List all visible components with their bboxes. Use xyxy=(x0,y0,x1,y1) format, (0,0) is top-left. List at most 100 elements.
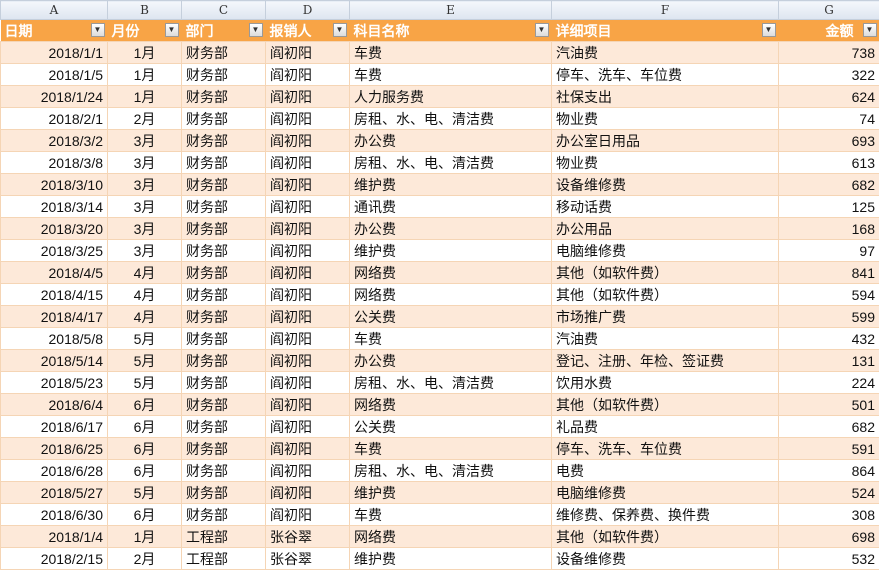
cell-detail[interactable]: 其他（如软件费） xyxy=(551,525,779,548)
cell-detail[interactable]: 其他（如软件费） xyxy=(551,261,779,284)
cell-detail[interactable]: 电脑维修费 xyxy=(551,481,779,504)
cell-month[interactable]: 5月 xyxy=(107,371,182,394)
cell-detail[interactable]: 停车、洗车、车位费 xyxy=(551,63,779,86)
cell-detail[interactable]: 物业费 xyxy=(551,151,779,174)
cell-month[interactable]: 5月 xyxy=(107,349,182,372)
cell-amount[interactable]: 841 xyxy=(778,261,879,284)
cell-amount[interactable]: 432 xyxy=(778,327,879,350)
cell-claimant[interactable]: 张谷翠 xyxy=(265,547,350,570)
cell-department[interactable]: 财务部 xyxy=(181,349,266,372)
filter-dropdown-icon[interactable]: ▼ xyxy=(332,23,347,37)
cell-month[interactable]: 3月 xyxy=(107,195,182,218)
cell-month[interactable]: 3月 xyxy=(107,217,182,240)
cell-claimant[interactable]: 阎初阳 xyxy=(265,217,350,240)
cell-claimant[interactable]: 阎初阳 xyxy=(265,63,350,86)
cell-amount[interactable]: 738 xyxy=(778,41,879,64)
cell-department[interactable]: 财务部 xyxy=(181,283,266,306)
cell-date[interactable]: 2018/5/27 xyxy=(0,481,108,504)
cell-department[interactable]: 工程部 xyxy=(181,547,266,570)
cell-date[interactable]: 2018/3/25 xyxy=(0,239,108,262)
cell-claimant[interactable]: 阎初阳 xyxy=(265,195,350,218)
cell-date[interactable]: 2018/6/25 xyxy=(0,437,108,460)
cell-detail[interactable]: 移动话费 xyxy=(551,195,779,218)
cell-claimant[interactable]: 阎初阳 xyxy=(265,41,350,64)
cell-category[interactable]: 车费 xyxy=(349,41,552,64)
cell-category[interactable]: 车费 xyxy=(349,437,552,460)
cell-month[interactable]: 5月 xyxy=(107,481,182,504)
cell-category[interactable]: 维护费 xyxy=(349,239,552,262)
cell-department[interactable]: 财务部 xyxy=(181,107,266,130)
filter-dropdown-icon[interactable]: ▼ xyxy=(248,23,263,37)
filter-dropdown-icon[interactable]: ▼ xyxy=(761,23,776,37)
cell-claimant[interactable]: 阎初阳 xyxy=(265,371,350,394)
cell-claimant[interactable]: 阎初阳 xyxy=(265,327,350,350)
cell-category[interactable]: 网络费 xyxy=(349,393,552,416)
cell-category[interactable]: 人力服务费 xyxy=(349,85,552,108)
column-header-a[interactable]: A xyxy=(0,0,108,20)
cell-claimant[interactable]: 阎初阳 xyxy=(265,107,350,130)
cell-date[interactable]: 2018/1/24 xyxy=(0,85,108,108)
cell-month[interactable]: 3月 xyxy=(107,239,182,262)
column-header-d[interactable]: D xyxy=(265,0,350,20)
cell-date[interactable]: 2018/3/10 xyxy=(0,173,108,196)
cell-amount[interactable]: 591 xyxy=(778,437,879,460)
cell-category[interactable]: 维护费 xyxy=(349,547,552,570)
cell-category[interactable]: 维护费 xyxy=(349,173,552,196)
cell-amount[interactable]: 524 xyxy=(778,481,879,504)
column-header-b[interactable]: B xyxy=(107,0,182,20)
cell-date[interactable]: 2018/4/5 xyxy=(0,261,108,284)
cell-claimant[interactable]: 阎初阳 xyxy=(265,415,350,438)
cell-detail[interactable]: 办公室日用品 xyxy=(551,129,779,152)
cell-category[interactable]: 房租、水、电、清洁费 xyxy=(349,107,552,130)
cell-department[interactable]: 财务部 xyxy=(181,459,266,482)
cell-month[interactable]: 6月 xyxy=(107,459,182,482)
cell-claimant[interactable]: 阎初阳 xyxy=(265,349,350,372)
cell-date[interactable]: 2018/2/1 xyxy=(0,107,108,130)
cell-category[interactable]: 房租、水、电、清洁费 xyxy=(349,371,552,394)
cell-month[interactable]: 3月 xyxy=(107,129,182,152)
cell-department[interactable]: 财务部 xyxy=(181,63,266,86)
cell-claimant[interactable]: 阎初阳 xyxy=(265,129,350,152)
cell-amount[interactable]: 599 xyxy=(778,305,879,328)
cell-department[interactable]: 财务部 xyxy=(181,217,266,240)
cell-detail[interactable]: 登记、注册、年检、签证费 xyxy=(551,349,779,372)
cell-claimant[interactable]: 阎初阳 xyxy=(265,459,350,482)
cell-amount[interactable]: 97 xyxy=(778,239,879,262)
cell-amount[interactable]: 698 xyxy=(778,525,879,548)
cell-month[interactable]: 5月 xyxy=(107,327,182,350)
cell-claimant[interactable]: 阎初阳 xyxy=(265,261,350,284)
column-header-g[interactable]: G xyxy=(778,0,879,20)
cell-amount[interactable]: 125 xyxy=(778,195,879,218)
cell-department[interactable]: 财务部 xyxy=(181,195,266,218)
cell-date[interactable]: 2018/1/5 xyxy=(0,63,108,86)
cell-department[interactable]: 财务部 xyxy=(181,437,266,460)
cell-department[interactable]: 财务部 xyxy=(181,371,266,394)
cell-category[interactable]: 公关费 xyxy=(349,415,552,438)
cell-department[interactable]: 财务部 xyxy=(181,503,266,526)
cell-claimant[interactable]: 阎初阳 xyxy=(265,283,350,306)
cell-department[interactable]: 财务部 xyxy=(181,151,266,174)
cell-amount[interactable]: 594 xyxy=(778,283,879,306)
cell-detail[interactable]: 汽油费 xyxy=(551,327,779,350)
cell-claimant[interactable]: 阎初阳 xyxy=(265,437,350,460)
cell-date[interactable]: 2018/5/14 xyxy=(0,349,108,372)
filter-dropdown-icon[interactable]: ▼ xyxy=(534,23,549,37)
cell-amount[interactable]: 224 xyxy=(778,371,879,394)
column-header-c[interactable]: C xyxy=(181,0,266,20)
cell-claimant[interactable]: 阎初阳 xyxy=(265,481,350,504)
cell-month[interactable]: 3月 xyxy=(107,173,182,196)
cell-claimant[interactable]: 阎初阳 xyxy=(265,503,350,526)
cell-month[interactable]: 1月 xyxy=(107,525,182,548)
cell-month[interactable]: 4月 xyxy=(107,261,182,284)
cell-date[interactable]: 2018/1/4 xyxy=(0,525,108,548)
cell-department[interactable]: 财务部 xyxy=(181,261,266,284)
cell-category[interactable]: 车费 xyxy=(349,63,552,86)
cell-detail[interactable]: 其他（如软件费） xyxy=(551,393,779,416)
cell-claimant[interactable]: 阎初阳 xyxy=(265,85,350,108)
cell-month[interactable]: 2月 xyxy=(107,107,182,130)
cell-department[interactable]: 财务部 xyxy=(181,85,266,108)
cell-amount[interactable]: 624 xyxy=(778,85,879,108)
column-header-e[interactable]: E xyxy=(349,0,552,20)
cell-department[interactable]: 财务部 xyxy=(181,239,266,262)
cell-date[interactable]: 2018/6/17 xyxy=(0,415,108,438)
